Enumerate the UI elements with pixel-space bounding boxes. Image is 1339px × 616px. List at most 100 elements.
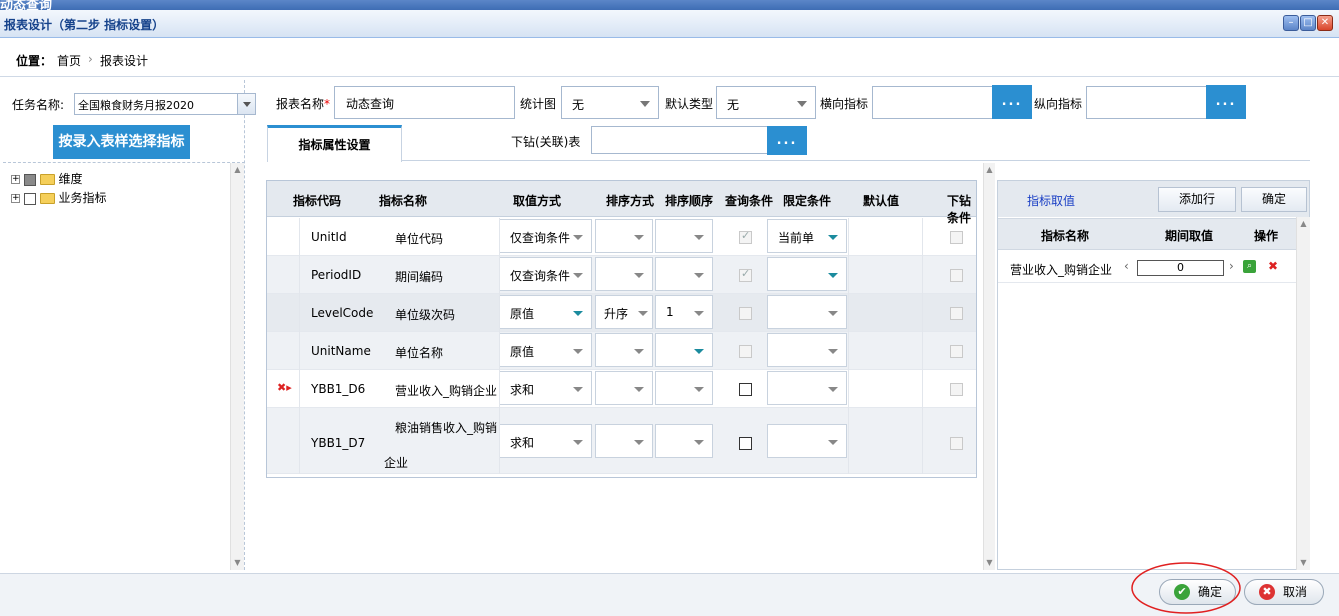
drill-table-picker-button[interactable]: ... (767, 126, 807, 155)
drill-condition-checkbox[interactable] (950, 383, 963, 396)
tree-node-dimension[interactable]: + 维度 (11, 170, 83, 186)
close-icon[interactable]: ✕ (1317, 15, 1333, 31)
index-name: 单位级次码 (395, 308, 456, 322)
limit-condition-select[interactable] (767, 424, 847, 458)
index-name: 单位代码 (395, 232, 444, 246)
delete-row-icon[interactable]: ✖▸ (277, 381, 292, 394)
value-mode-select[interactable]: 仅查询条件 (499, 257, 592, 291)
table-row[interactable]: YBB1_D7 粮油销售收入_购销 企业 求和 (267, 408, 976, 474)
limit-condition-select[interactable] (767, 295, 847, 329)
limit-condition-select[interactable]: 当前单 (767, 219, 847, 253)
table-row[interactable]: UnitId 单位代码 仅查询条件 当前单 (267, 218, 976, 256)
table-row[interactable]: LevelCode 单位级次码 原值 升序 1 (267, 294, 976, 332)
select-index-by-template-button[interactable]: 按录入表样选择指标 (53, 125, 190, 159)
sort-mode-select[interactable] (595, 371, 653, 405)
tab-index-properties[interactable]: 指标属性设置 (267, 125, 402, 162)
left-scrollbar[interactable]: ▲ ▼ (230, 163, 244, 570)
default-type-select[interactable]: 无 (716, 86, 816, 119)
sort-order-select[interactable]: 1 (655, 295, 713, 329)
scroll-down-icon[interactable]: ▼ (1297, 556, 1310, 570)
col-period-value: 期间取值 (1165, 229, 1214, 243)
breadcrumb-current: 报表设计 (100, 54, 149, 68)
query-condition-checkbox[interactable] (739, 307, 752, 320)
value-mode-select[interactable]: 仅查询条件 (499, 219, 592, 253)
list-item[interactable]: 营业收入_购销企业 ‹ 0 › ⌕ ✖ (998, 251, 1297, 283)
cancel-button[interactable]: ✖ 取消 (1244, 579, 1324, 605)
chart-select[interactable]: 无 (561, 86, 659, 119)
table-row[interactable]: ✖▸ YBB1_D6 营业收入_购销企业 求和 (267, 370, 976, 408)
drill-condition-checkbox[interactable] (950, 269, 963, 282)
middle-scrollbar[interactable]: ▲ ▼ (983, 163, 995, 570)
scroll-down-icon[interactable]: ▼ (231, 556, 244, 570)
right-scrollbar[interactable]: ▲ ▼ (1296, 217, 1310, 570)
table-row[interactable]: PeriodID 期间编码 仅查询条件 (267, 256, 976, 294)
sort-order-select[interactable] (655, 333, 713, 367)
report-name-input[interactable]: 动态查询 (334, 86, 515, 119)
scroll-up-icon[interactable]: ▲ (984, 163, 995, 177)
header-index-name: 指标名称 (379, 194, 428, 208)
add-row-button[interactable]: 添加行 (1158, 187, 1236, 212)
sort-order-select[interactable] (655, 219, 713, 253)
panel-confirm-button[interactable]: 确定 (1241, 187, 1307, 212)
limit-condition-select[interactable] (767, 333, 847, 367)
task-name-select[interactable]: 全国粮食财务月报2020 (74, 93, 256, 115)
horizontal-index-input[interactable] (872, 86, 993, 119)
scroll-down-icon[interactable]: ▼ (984, 556, 995, 570)
query-condition-checkbox[interactable] (739, 345, 752, 358)
query-condition-checkbox[interactable] (739, 229, 752, 244)
sort-mode-select[interactable] (595, 257, 653, 291)
header-sort-mode: 排序方式 (606, 194, 655, 208)
scroll-up-icon[interactable]: ▲ (1297, 217, 1310, 231)
grid-header: 指标代码 指标名称 取值方式 排序方式 排序顺序 查询条件 限定条件 默认值 下… (267, 181, 976, 225)
vertical-index-picker-button[interactable]: ... (1206, 85, 1246, 119)
query-condition-checkbox[interactable] (739, 267, 752, 282)
sort-mode-select[interactable]: 升序 (595, 295, 653, 329)
drill-table-label: 下钻(关联)表 (511, 135, 581, 149)
value-mode-select[interactable]: 原值 (499, 333, 592, 367)
sort-mode-select[interactable] (595, 219, 653, 253)
query-condition-checkbox[interactable] (739, 437, 752, 450)
expand-icon[interactable]: + (11, 194, 20, 203)
vertical-index-input[interactable] (1086, 86, 1207, 119)
task-name-label: 任务名称: (12, 98, 65, 112)
column-divider (299, 218, 300, 474)
index-properties-grid: 指标代码 指标名称 取值方式 排序方式 排序顺序 查询条件 限定条件 默认值 下… (266, 180, 977, 478)
scroll-up-icon[interactable]: ▲ (231, 163, 244, 177)
breadcrumb-home-link[interactable]: 首页 (57, 52, 81, 69)
drill-condition-checkbox[interactable] (950, 231, 963, 244)
horizontal-index-label: 横向指标 (820, 97, 869, 111)
value-mode-select[interactable]: 原值 (499, 295, 592, 329)
header-value-mode: 取值方式 (513, 194, 562, 208)
sort-mode-select[interactable] (595, 333, 653, 367)
drill-condition-checkbox[interactable] (950, 345, 963, 358)
chevron-down-icon[interactable] (237, 94, 255, 114)
chevron-down-icon[interactable] (640, 101, 650, 107)
limit-condition-select[interactable] (767, 371, 847, 405)
table-row[interactable]: UnitName 单位名称 原值 (267, 332, 976, 370)
tree-checkbox[interactable] (23, 192, 36, 205)
limit-condition-select[interactable] (767, 257, 847, 291)
next-period-icon[interactable]: › (1229, 259, 1234, 273)
tree-node-business-index[interactable]: + 业务指标 (11, 189, 107, 205)
horizontal-index-picker-button[interactable]: ... (992, 85, 1032, 119)
expand-icon[interactable]: + (11, 175, 20, 184)
sort-order-select[interactable] (655, 257, 713, 291)
maximize-icon[interactable]: □ (1300, 15, 1316, 31)
drill-condition-checkbox[interactable] (950, 307, 963, 320)
sort-order-select[interactable] (655, 424, 713, 458)
sort-order-select[interactable] (655, 371, 713, 405)
value-mode-select[interactable]: 求和 (499, 424, 592, 458)
query-condition-checkbox[interactable] (739, 383, 752, 396)
minimize-icon[interactable]: – (1283, 15, 1299, 31)
sort-mode-select[interactable] (595, 424, 653, 458)
column-divider (499, 218, 500, 474)
drill-condition-checkbox[interactable] (950, 437, 963, 450)
delete-icon[interactable]: ✖ (1268, 259, 1278, 273)
tree-checkbox[interactable] (23, 173, 36, 186)
drill-table-input[interactable] (591, 126, 768, 154)
value-mode-select[interactable]: 求和 (499, 371, 592, 405)
prev-period-icon[interactable]: ‹ (1124, 259, 1129, 273)
period-value-input[interactable]: 0 (1137, 260, 1224, 276)
chevron-down-icon[interactable] (797, 101, 807, 107)
search-icon[interactable]: ⌕ (1243, 260, 1256, 273)
